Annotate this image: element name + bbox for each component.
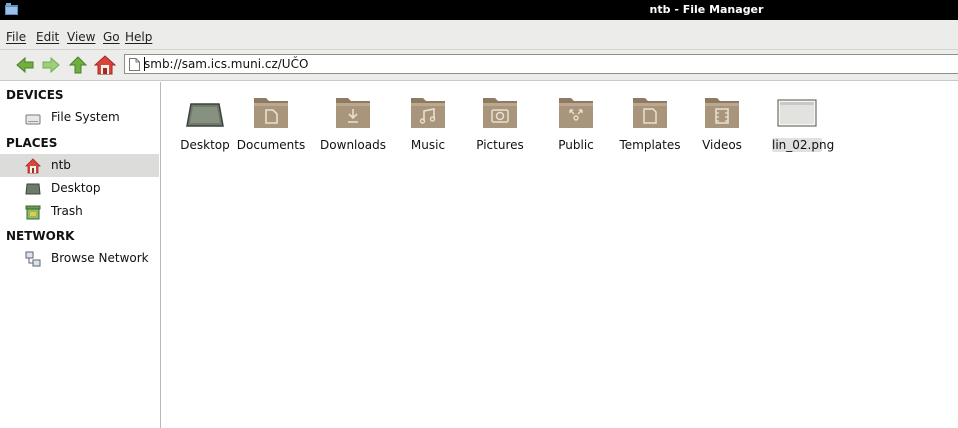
documents-folder-icon bbox=[254, 98, 288, 128]
file-item-videos[interactable]: Videos bbox=[683, 86, 761, 166]
file-name: Templates bbox=[619, 138, 681, 152]
menu-help[interactable]: Help bbox=[125, 30, 152, 44]
sidebar-item-ntb[interactable]: ntb bbox=[0, 154, 159, 177]
file-item-pictures[interactable]: Pictures bbox=[461, 86, 539, 166]
window-title: ntb - File Manager bbox=[649, 3, 764, 16]
sidebar-heading-network: NETWORK bbox=[6, 229, 75, 243]
home-icon[interactable] bbox=[94, 54, 116, 76]
file-item-music[interactable]: Music bbox=[389, 86, 467, 166]
sidebar: DEVICES File System PLACES ntb Desktop T… bbox=[0, 82, 161, 428]
sidebar-item-label: Trash bbox=[51, 204, 83, 218]
templates-folder-icon bbox=[633, 98, 667, 128]
document-icon bbox=[129, 58, 140, 71]
file-view: Desktop Documents Downloads Music Pictur… bbox=[162, 82, 958, 428]
home-icon bbox=[25, 158, 41, 174]
file-item-documents[interactable]: Documents bbox=[232, 86, 310, 166]
address-input[interactable]: smb://sam.ics.muni.cz/UČO bbox=[144, 57, 308, 71]
sidebar-item-file-system[interactable]: File System bbox=[0, 106, 159, 129]
file-name: Pictures bbox=[476, 138, 524, 152]
file-item-downloads[interactable]: Downloads bbox=[314, 86, 392, 166]
videos-folder-icon bbox=[705, 98, 739, 128]
sidebar-item-label: Desktop bbox=[51, 181, 101, 195]
forward-icon[interactable] bbox=[40, 54, 62, 76]
drive-icon bbox=[25, 114, 41, 125]
back-icon[interactable] bbox=[14, 54, 36, 76]
address-bar[interactable]: smb://sam.ics.muni.cz/UČO bbox=[124, 54, 958, 74]
downloads-folder-icon bbox=[336, 98, 370, 128]
menu-go[interactable]: Go bbox=[103, 30, 120, 44]
up-icon[interactable] bbox=[67, 54, 89, 76]
desktop-icon bbox=[25, 183, 41, 195]
image-file-icon bbox=[777, 99, 817, 127]
sidebar-item-desktop[interactable]: Desktop bbox=[0, 177, 159, 200]
file-item-lin-02-png[interactable]: lin_02.png bbox=[758, 86, 836, 166]
sidebar-item-trash[interactable]: Trash bbox=[0, 200, 159, 223]
menu-file[interactable]: File bbox=[6, 30, 26, 44]
file-item-public[interactable]: Public bbox=[537, 86, 615, 166]
menu-bar: File Edit View Go Help bbox=[0, 20, 958, 50]
toolbar: smb://sam.ics.muni.cz/UČO bbox=[0, 50, 958, 81]
public-folder-icon bbox=[559, 98, 593, 128]
file-name: Videos bbox=[702, 138, 742, 152]
file-name: Downloads bbox=[320, 138, 386, 152]
file-item-templates[interactable]: Templates bbox=[611, 86, 689, 166]
title-bar: ntb - File Manager bbox=[0, 0, 958, 20]
file-name: lin_02.png bbox=[772, 138, 835, 152]
desktop-folder-icon bbox=[186, 103, 224, 127]
file-name: Public bbox=[558, 138, 594, 152]
network-icon bbox=[25, 251, 41, 267]
trash-icon bbox=[25, 205, 41, 220]
sidebar-item-label: Browse Network bbox=[51, 251, 149, 265]
music-folder-icon bbox=[411, 98, 445, 128]
file-name: Music bbox=[410, 138, 446, 152]
sidebar-heading-places: PLACES bbox=[6, 136, 58, 150]
sidebar-item-label: File System bbox=[51, 110, 120, 124]
sidebar-item-label: ntb bbox=[51, 158, 71, 172]
pictures-folder-icon bbox=[483, 98, 517, 128]
menu-edit[interactable]: Edit bbox=[36, 30, 59, 44]
sidebar-item-browse-network[interactable]: Browse Network bbox=[0, 247, 159, 270]
menu-view[interactable]: View bbox=[67, 30, 95, 44]
file-name: Documents bbox=[236, 138, 306, 152]
sidebar-heading-devices: DEVICES bbox=[6, 88, 64, 102]
